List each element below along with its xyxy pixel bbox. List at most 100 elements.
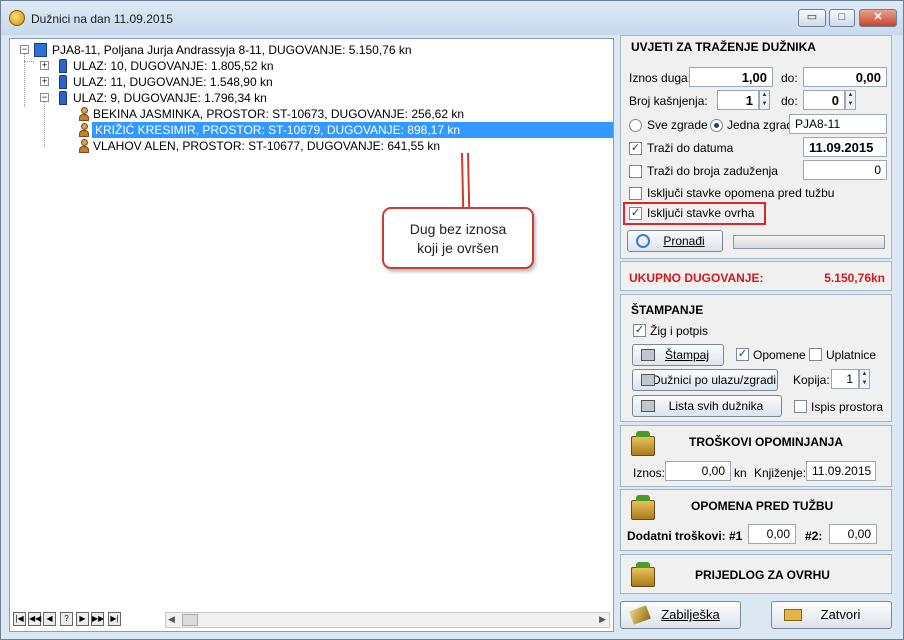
trazi-zaduzenja-checkbox[interactable] <box>629 165 642 178</box>
iskljuci-opomena-checkbox[interactable] <box>629 187 642 200</box>
zatvori-label: Zatvori <box>820 607 861 622</box>
iskljuci-ovrha-checkbox[interactable]: ✓ <box>629 207 642 220</box>
printer-icon <box>641 349 655 361</box>
search-panel: UVJETI ZA TRAŽENJE DUŽNIKA Iznos duga: 1… <box>620 35 892 259</box>
kopija-spinner[interactable]: ▲ ▼ <box>859 369 870 389</box>
search-title: UVJETI ZA TRAŽENJE DUŽNIKA <box>631 40 816 54</box>
n1-label: #1 <box>729 529 743 543</box>
kopija-field[interactable]: 1 <box>831 369 859 389</box>
box-icon <box>631 431 655 456</box>
lista-label: Lista svih dužnika <box>668 399 764 413</box>
proposal-panel[interactable]: PRIJEDLOG ZA OVRHU <box>620 554 892 594</box>
kasnjenja-to-spinner[interactable]: ▲ ▼ <box>845 90 856 110</box>
tree-item-debtor[interactable]: BEKINA JASMINKA, PROSTOR: ST-10673, DUGO… <box>93 106 464 122</box>
costs-title: TROŠKOVI OPOMINJANJA <box>689 435 844 449</box>
collapse-icon[interactable]: − <box>40 93 49 102</box>
kasnjenja-to-field[interactable]: 0 <box>803 90 845 110</box>
stampaj-label: Štampaj <box>664 348 710 362</box>
scroll-left-icon[interactable]: ◀ <box>168 614 175 625</box>
close-button[interactable]: ✕ <box>859 9 897 27</box>
costs-iznos-field[interactable]: 0,00 <box>665 461 731 481</box>
zabiljeska-label: Zabilješka <box>661 607 720 622</box>
n1-field[interactable]: 0,00 <box>748 524 796 544</box>
trazi-datum-checkbox[interactable]: ✓ <box>629 142 642 155</box>
jedna-zgrada-radio[interactable] <box>710 119 723 132</box>
do-label: do: <box>781 94 798 108</box>
kasnjenja-from-spinner[interactable]: ▲ ▼ <box>759 90 770 110</box>
box-icon <box>631 562 655 587</box>
maximize-button[interactable]: □ <box>829 9 855 27</box>
last-record-button[interactable]: ▶| <box>108 612 121 626</box>
zig-checkbox[interactable]: ✓ <box>633 324 646 337</box>
ispis-prostora-label: Ispis prostora <box>811 400 884 414</box>
do-label: do: <box>781 71 798 85</box>
costs-kn-label: kn <box>734 466 747 480</box>
prev-record-button[interactable]: ◀ <box>43 612 56 626</box>
kasnjenja-from-field[interactable]: 1 <box>717 90 759 110</box>
tree-item-building[interactable]: PJA8-11, Poljana Jurja Andrassyja 8-11, … <box>52 42 412 58</box>
scroll-right-icon[interactable]: ▶ <box>599 614 606 625</box>
scroll-thumb[interactable] <box>182 614 198 626</box>
main-window: Dužnici na dan 11.09.2015 ▭ □ ✕ − PJA8-1… <box>0 0 904 640</box>
collapse-icon[interactable]: − <box>20 45 29 54</box>
opomene-label: Opomene <box>753 348 806 362</box>
expand-icon[interactable]: + <box>40 61 49 70</box>
n2-label: #2: <box>805 529 823 543</box>
proposal-title: PRIJEDLOG ZA OVRHU <box>695 568 830 582</box>
trazi-zaduzenja-label: Traži do broja zaduženja <box>647 164 778 178</box>
opomene-checkbox[interactable]: ✓ <box>736 348 749 361</box>
help-button[interactable]: ? <box>60 612 73 626</box>
pen-icon <box>629 605 651 625</box>
tree-item-ulaz-9[interactable]: ULAZ: 9, DUGOVANJE: 1.796,34 kn <box>73 90 267 106</box>
window-title: Dužnici na dan 11.09.2015 <box>31 12 173 26</box>
pronadi-label: Pronađi <box>663 234 705 248</box>
prev-page-button[interactable]: ◀◀ <box>28 612 41 626</box>
first-record-button[interactable]: |◀ <box>13 612 26 626</box>
zatvori-button[interactable]: Zatvori <box>771 601 892 629</box>
title-bar: Dužnici na dan 11.09.2015 ▭ □ ✕ <box>1 1 903 35</box>
knjizenje-field[interactable]: 11.09.2015 <box>806 461 876 481</box>
app-icon <box>9 10 25 26</box>
debtor-tree[interactable]: − PJA8-11, Poljana Jurja Andrassyja 8-11… <box>9 38 614 632</box>
uplatnice-checkbox[interactable] <box>809 348 822 361</box>
trazi-datum-label: Traži do datuma <box>647 141 734 155</box>
person-icon <box>79 139 89 153</box>
duznici-ulaz-button[interactable]: Dužnici po ulazu/zgradi <box>632 369 778 391</box>
minimize-button[interactable]: ▭ <box>798 9 826 27</box>
person-icon <box>79 123 89 137</box>
zabiljeska-button[interactable]: Zabilješka <box>620 601 741 629</box>
box-icon <box>631 495 655 520</box>
total-label: UKUPNO DUGOVANJE: <box>629 271 764 285</box>
iznos-to-field[interactable]: 0,00 <box>803 67 887 87</box>
callout-line-1: Dug bez iznosa <box>409 221 507 237</box>
entrance-icon <box>59 59 67 73</box>
next-page-button[interactable]: ▶▶ <box>91 612 104 626</box>
sve-zgrade-radio[interactable] <box>629 119 642 132</box>
entrance-icon <box>59 75 67 89</box>
stampaj-button[interactable]: Štampaj <box>632 344 724 366</box>
printer-icon <box>641 374 655 386</box>
iskljuci-ovrha-label: Isključi stavke ovrha <box>647 206 755 220</box>
costs-panel: TROŠKOVI OPOMINJANJA Iznos: 0,00 kn Knji… <box>620 425 892 487</box>
print-title: ŠTAMPANJE <box>631 303 704 317</box>
duznici-ulaz-label: Dužnici po ulazu/zgradi <box>651 373 777 387</box>
datum-field[interactable]: 11.09.2015 <box>803 137 887 157</box>
horizontal-scrollbar[interactable]: ◀ ▶ <box>165 612 610 628</box>
pronadi-button[interactable]: Pronađi <box>627 230 723 252</box>
lista-button[interactable]: Lista svih dužnika <box>632 395 782 417</box>
expand-icon[interactable]: + <box>40 77 49 86</box>
zaduzenja-field[interactable]: 0 <box>803 160 887 180</box>
total-panel: UKUPNO DUGOVANJE: 5.150,76kn <box>620 261 892 291</box>
knjizenje-label: Knjiženje: <box>754 466 807 480</box>
next-record-button[interactable]: ▶ <box>76 612 89 626</box>
tree-item-ulaz-10[interactable]: ULAZ: 10, DUGOVANJE: 1.805,52 kn <box>73 58 274 74</box>
warning-panel: OPOMENA PRED TUŽBU Dodatni troškovi: #1 … <box>620 489 892 551</box>
progress-bar <box>733 235 885 249</box>
person-icon <box>79 107 89 121</box>
tree-item-debtor-selected[interactable]: KRIŽIĆ KRESIMIR, PROSTOR: ST-10679, DUGO… <box>92 122 613 138</box>
tree-item-ulaz-11[interactable]: ULAZ: 11, DUGOVANJE: 1.548,90 kn <box>73 74 273 90</box>
iznos-from-field[interactable]: 1,00 <box>689 67 773 87</box>
n2-field[interactable]: 0,00 <box>829 524 877 544</box>
ispis-prostora-checkbox[interactable] <box>794 400 807 413</box>
zgrada-field[interactable]: PJA8-11 <box>789 114 887 134</box>
